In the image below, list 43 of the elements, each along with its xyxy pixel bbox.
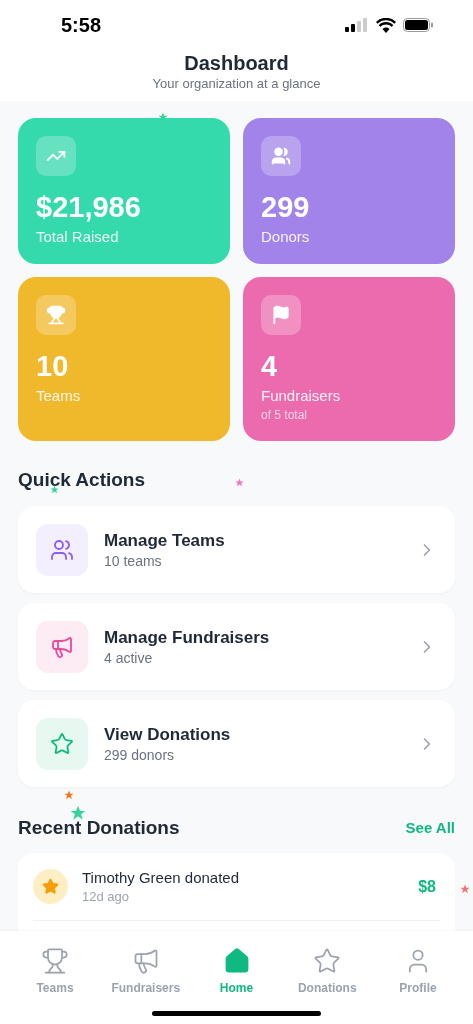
stat-value: 10 — [36, 349, 70, 383]
stat-value: $21,986 — [36, 190, 142, 224]
trophy-icon — [41, 947, 69, 975]
action-card[interactable]: Manage Fundraisers 4 active — [18, 603, 455, 690]
wifi-icon — [376, 17, 396, 33]
action-title: View Donations — [104, 723, 232, 746]
stat-label: Teams — [36, 387, 82, 405]
status-time: 5:58 — [61, 13, 102, 38]
trophy-icon — [36, 295, 76, 335]
action-card[interactable]: View Donations 299 donors — [18, 700, 455, 787]
action-subtitle: 4 active — [104, 648, 154, 667]
stat-value: 4 — [261, 349, 279, 383]
action-title: Manage Fundraisers — [104, 626, 271, 649]
star-icon — [313, 947, 342, 975]
trend-up-icon — [36, 136, 76, 176]
tab-item[interactable]: Fundraisers — [100, 947, 191, 997]
flag-icon — [261, 295, 301, 335]
see-all-link[interactable]: See All — [405, 816, 455, 840]
action-subtitle: 10 teams — [104, 551, 163, 570]
action-subtitle: 299 donors — [104, 745, 176, 764]
action-card[interactable]: Manage Teams 10 teams — [18, 506, 455, 593]
section-heading: Recent Donations — [18, 816, 180, 840]
tab-item[interactable]: Home — [191, 947, 282, 997]
signal-icon — [345, 18, 369, 32]
page-title: Dashboard — [184, 51, 289, 76]
tab-item[interactable]: Donations — [282, 947, 373, 997]
tab-item[interactable]: Profile — [373, 947, 463, 997]
people-icon — [261, 136, 301, 176]
stat-note: of 5 total — [261, 408, 309, 422]
stat-label: Total Raised — [36, 228, 120, 246]
stat-label: Fundraisers — [261, 387, 342, 405]
stat-label: Donors — [261, 228, 311, 246]
stat-value: 299 — [261, 190, 311, 224]
donation-time: 12d ago — [82, 887, 130, 906]
donation-amount: $8 — [418, 876, 436, 897]
action-title: Manage Teams — [104, 529, 226, 552]
megaphone-icon — [36, 620, 88, 673]
tab-item[interactable]: Teams — [10, 947, 100, 997]
page-subtitle: Your organization at a glance — [152, 76, 321, 92]
donation-title: Timothy Green donated — [82, 867, 241, 888]
battery-icon — [403, 18, 433, 32]
section-heading: Quick Actions — [18, 468, 147, 492]
people-icon — [36, 523, 88, 576]
